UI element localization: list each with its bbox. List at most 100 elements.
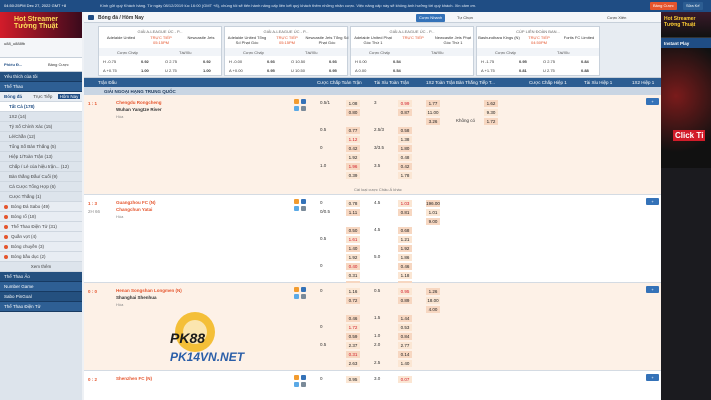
market-item-handicap-oe[interactable]: Chấp / Lẻ của hiệu trận... (12): [0, 162, 82, 172]
market-item-mix[interactable]: Cá Cược Tổng Hợp (6): [0, 182, 82, 192]
sport-item-tennis[interactable]: Quần vợt (4): [0, 232, 82, 242]
odds-button[interactable]: 0.95: [398, 288, 412, 295]
odds-button[interactable]: 0.42: [398, 163, 412, 170]
show-more-link[interactable]: Xem thêm: [0, 262, 82, 272]
odds-button[interactable]: 0.07: [398, 376, 412, 383]
odds-button[interactable]: 0.95: [346, 376, 360, 383]
odds-button[interactable]: 0.46: [398, 263, 412, 270]
odds-button[interactable]: 1.01: [426, 209, 440, 216]
odds-button[interactable]: 1.38: [398, 136, 412, 143]
favorites-section[interactable]: Yêu thích của tôi: [0, 72, 82, 82]
odds-button[interactable]: 1.92: [346, 154, 360, 161]
bet-slip-button[interactable]: Bảng Cược: [650, 2, 677, 10]
odds-value[interactable]: 1.00: [141, 68, 149, 73]
odds-button[interactable]: 1.11: [346, 209, 360, 216]
parlay-toggle[interactable]: Cược Xiên: [604, 14, 629, 22]
odds-value[interactable]: 0.88: [581, 68, 589, 73]
announcement-ticker[interactable]: Kính gửi quý Khách hàng. Từ ngày 08/12/2…: [100, 3, 580, 8]
market-item-1x2[interactable]: 1X2 (14): [0, 112, 82, 122]
market-item-outright[interactable]: Cược Thắng (1): [0, 192, 82, 202]
odds-button[interactable]: 0.58: [398, 127, 412, 134]
odds-button[interactable]: 1.72: [484, 118, 498, 125]
odds-button[interactable]: 0.77: [346, 127, 360, 134]
promo-banner[interactable]: Hot Streamer Tường Thuật: [0, 12, 82, 38]
odds-button[interactable]: 0.42: [346, 145, 360, 152]
odds-button[interactable]: 1.96: [346, 163, 360, 170]
market-item-all[interactable]: Tất Cả (178): [0, 102, 82, 112]
odds-value[interactable]: 0.54: [393, 68, 401, 73]
odds-button[interactable]: 0.14: [398, 351, 412, 358]
virtual-sports-section[interactable]: Thể Thao Ảo: [0, 272, 82, 282]
odds-value[interactable]: 1.00: [203, 68, 211, 73]
odds-button[interactable]: 1.40: [346, 245, 360, 252]
odds-button[interactable]: 0.31: [346, 351, 360, 358]
odds-button[interactable]: 1.78: [398, 172, 412, 179]
odds-button[interactable]: 1.03: [398, 200, 412, 207]
odds-button[interactable]: 0.39: [346, 172, 360, 179]
odds-button[interactable]: 11.00: [426, 109, 440, 116]
odds-button[interactable]: 2.77: [398, 342, 412, 349]
odds-button[interactable]: 0.87: [398, 109, 412, 116]
odds-button[interactable]: 0.40: [346, 263, 360, 270]
odds-value[interactable]: 0.95: [267, 68, 275, 73]
league-header[interactable]: GIẢI NGOẠI HẠNG TRUNG QUỐC: [84, 87, 661, 95]
odds-button[interactable]: 1.12: [346, 136, 360, 143]
custom-filter[interactable]: Tự Chọn: [454, 14, 476, 22]
odds-button[interactable]: 0.68: [398, 227, 412, 234]
betslip-tab[interactable]: Phiếu Đ...: [4, 62, 22, 67]
settings-button[interactable]: Sửa Kế: [683, 2, 703, 10]
odds-value[interactable]: 0.84: [581, 59, 589, 64]
odds-button[interactable]: 3.26: [426, 118, 440, 125]
market-item-correct-score[interactable]: Tỷ Số Chính Xác (15): [0, 122, 82, 132]
odds-button[interactable]: 0.46: [346, 315, 360, 322]
market-item-total-goals[interactable]: Tổng Số Bàn Thắng (5): [0, 142, 82, 152]
odds-button[interactable]: 0.89: [398, 297, 412, 304]
tab-soccer[interactable]: Bóng đá: [4, 94, 22, 99]
odds-button[interactable]: 4.00: [426, 306, 440, 313]
odds-value[interactable]: 0.93: [329, 59, 337, 64]
odds-button[interactable]: 0.99: [398, 100, 412, 107]
sport-item-football[interactable]: Bóng bầu dục (2): [0, 252, 82, 262]
odds-button[interactable]: 1.44: [398, 315, 412, 322]
other-asian-markets-link[interactable]: Cài loại cược Châu Á khác: [354, 187, 402, 192]
tab-live[interactable]: Trực Tiếp: [33, 94, 52, 99]
odds-value[interactable]: 0.54: [393, 59, 401, 64]
odds-button[interactable]: 0.72: [346, 297, 360, 304]
odds-button[interactable]: 2.63: [346, 360, 360, 367]
odds-button[interactable]: 0.81: [398, 209, 412, 216]
odds-button[interactable]: 1.72: [346, 324, 360, 331]
sport-item-basketball[interactable]: Bóng rổ (18): [0, 212, 82, 222]
odds-button[interactable]: 0.53: [398, 324, 412, 331]
odds-button[interactable]: 0.80: [346, 109, 360, 116]
live-match-card[interactable]: GIẢI A-LEAGUE ÚC - P... Adelaide United …: [98, 26, 222, 76]
account-box[interactable]: u88_u888fb: [0, 38, 82, 58]
odds-button[interactable]: 1.08: [346, 100, 360, 107]
odds-button[interactable]: 0.48: [398, 154, 412, 161]
odds-value[interactable]: 0.95: [329, 68, 337, 73]
live-match-card[interactable]: CÚP LIÊN ĐOÀN BAN... Bashundhara Kings (…: [476, 26, 600, 76]
odds-button[interactable]: 0.84: [398, 333, 412, 340]
odds-button[interactable]: 1.92: [346, 254, 360, 261]
tab-today[interactable]: Hôm Nay: [57, 94, 81, 99]
quick-bet-toggle[interactable]: Cược Nhanh: [416, 14, 446, 22]
live-match-card[interactable]: GIẢI A-LEAGUE ÚC - P... Adelaide United …: [350, 26, 474, 76]
odds-button[interactable]: 18.00: [426, 297, 440, 304]
sport-item-esports[interactable]: Thể Thao Điện Tử (31): [0, 222, 82, 232]
market-item-odd-even[interactable]: Lẻ/Chẵn (12): [0, 132, 82, 142]
bet-list-tab[interactable]: Bảng Cược: [48, 62, 69, 67]
live-match-card[interactable]: GIẢI A-LEAGUE ÚC - P... Adelaide United …: [224, 26, 349, 76]
odds-value[interactable]: 0.93: [267, 59, 275, 64]
odds-button[interactable]: 1.80: [398, 145, 412, 152]
sport-item-saba[interactable]: Bóng Đá Sabo (49): [0, 202, 82, 212]
odds-button[interactable]: 0.50: [346, 227, 360, 234]
odds-button[interactable]: 9.30: [484, 109, 498, 116]
number-game-section[interactable]: Number Game: [0, 282, 82, 292]
odds-button[interactable]: 1.40: [398, 360, 412, 367]
esports-section[interactable]: Thể Thao Điện Tử: [0, 302, 82, 312]
market-item-ht-ft[interactable]: Hiệp 1/Toàn Trận (13): [0, 152, 82, 162]
odds-value[interactable]: 0.81: [519, 68, 527, 73]
odds-button[interactable]: 196.00: [426, 200, 440, 207]
odds-button[interactable]: 1.92: [398, 245, 412, 252]
market-item-first-last[interactable]: Bàn thắng Đầu/ Cuối (9): [0, 172, 82, 182]
odds-button[interactable]: 1.86: [398, 254, 412, 261]
